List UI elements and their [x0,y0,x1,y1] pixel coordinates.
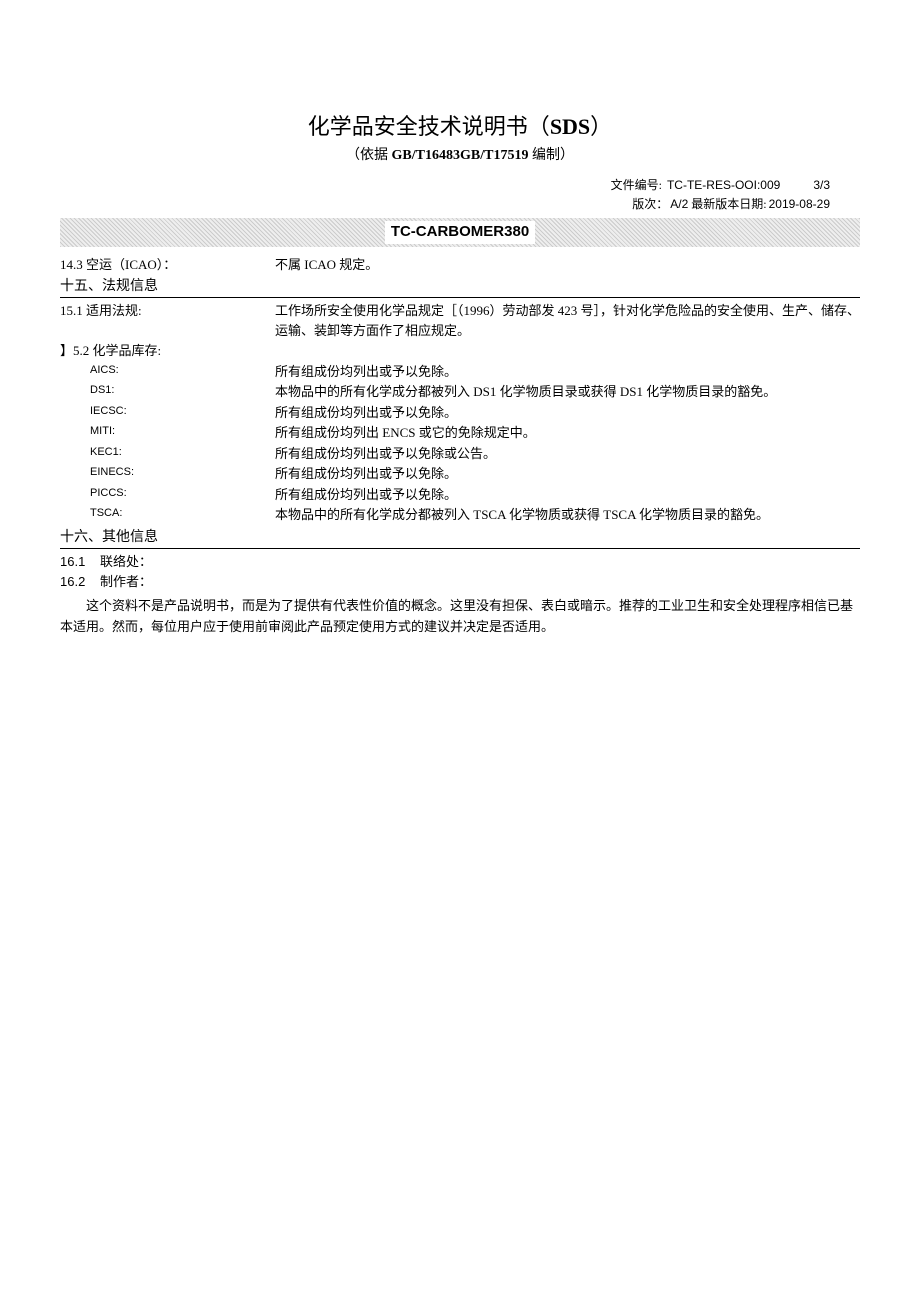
inventory-entry: IECSC: 所有组成份均列出或予以免除。 [60,403,860,423]
aics-value: 所有组成份均列出或予以免除。 [275,362,860,382]
date-value: 2019-08-29 [769,197,830,211]
contact-num: 16.1 [60,552,100,572]
title-bold: SDS [550,114,590,139]
header-meta: 文件编号: TC-TE-RES-OOI:009 3/3 版次：A/2 最新版本日… [60,176,830,214]
inventory-entry: MITI: 所有组成份均列出 ENCS 或它的免除规定中。 [60,423,860,443]
inventory-entry: TSCA: 本物品中的所有化学成分都被列入 TSCA 化学物质或获得 TSCA … [60,505,860,525]
tsca-value: 本物品中的所有化学成分都被列入 TSCA 化学物质或获得 TSCA 化学物质目录… [275,505,860,525]
piccs-value: 所有组成份均列出或予以免除。 [275,485,860,505]
document-subtitle: （依据 GB/T16483GB/T17519 编制） [60,145,860,166]
subtitle-suffix: 编制） [528,148,574,163]
tsca-label: TSCA: [60,505,275,525]
chemical-inventory-value [275,341,860,361]
section-16-2-row: 16.2 制作者： [60,572,860,592]
date-label: 最新版本日期: [691,197,766,211]
miti-label: MITI: [60,423,275,443]
author-num: 16.2 [60,572,100,592]
section-16-heading: 十六、其他信息 [60,527,860,549]
einecs-label: EINECS: [60,464,275,484]
disclaimer-text: 这个资料不是产品说明书，而是为了提供有代表性价值的概念。这里没有担保、表白或暗示… [60,596,860,638]
subtitle-prefix: （依据 [346,148,392,163]
doc-no-label: 文件编号: [611,178,662,192]
inventory-entry: KEC1: 所有组成份均列出或予以免除或公告。 [60,444,860,464]
version-value: A/2 [670,197,688,211]
author-label: 制作者： [100,572,152,592]
air-transport-label: 14.3 空运（ICAO）： [60,255,275,275]
ds1-label: DS1: [60,382,275,402]
section-15-2-row: 】5.2 化学品库存: [60,341,860,361]
section-16-1-row: 16.1 联络处： [60,552,860,572]
kec1-value: 所有组成份均列出或予以免除或公告。 [275,444,860,464]
inventory-entry: DS1: 本物品中的所有化学成分都被列入 DS1 化学物质目录或获得 DS1 化… [60,382,860,402]
chemical-inventory-label: 】5.2 化学品库存: [60,341,275,361]
air-transport-value: 不属 ICAO 规定。 [275,255,860,275]
applicable-regulations-value: 工作场所安全使用化学品规定［（1996）劳动部发 423 号］，针对化学危险品的… [275,301,860,340]
kec1-label: KEC1: [60,444,275,464]
ds1-value: 本物品中的所有化学成分都被列入 DS1 化学物质目录或获得 DS1 化学物质目录… [275,382,860,402]
inventory-entry: AICS: 所有组成份均列出或予以免除。 [60,362,860,382]
section-15-1-row: 15.1 适用法规: 工作场所安全使用化学品规定［（1996）劳动部发 423 … [60,301,860,340]
title-suffix: ） [590,114,612,139]
section-15-heading: 十五、法规信息 [60,276,860,298]
iecsc-label: IECSC: [60,403,275,423]
title-prefix: 化学品安全技术说明书（ [308,114,550,139]
version-label: 版次： [632,197,668,211]
applicable-regulations-label: 15.1 适用法规: [60,301,275,340]
iecsc-value: 所有组成份均列出或予以免除。 [275,403,860,423]
einecs-value: 所有组成份均列出或予以免除。 [275,464,860,484]
document-title: 化学品安全技术说明书（SDS） [60,110,860,143]
product-name-bar: TC-CARBOMER380 [60,218,860,247]
piccs-label: PICCS: [60,485,275,505]
inventory-entry: PICCS: 所有组成份均列出或予以免除。 [60,485,860,505]
section-14-3-row: 14.3 空运（ICAO）： 不属 ICAO 规定。 [60,255,860,275]
aics-label: AICS: [60,362,275,382]
inventory-entry: EINECS: 所有组成份均列出或予以免除。 [60,464,860,484]
page-number: 3/3 [813,178,830,192]
product-name: TC-CARBOMER380 [385,221,535,244]
doc-no-value: TC-TE-RES-OOI:009 [667,178,780,192]
subtitle-bold: GB/T16483GB/T17519 [392,148,529,163]
contact-label: 联络处： [100,552,152,572]
miti-value: 所有组成份均列出 ENCS 或它的免除规定中。 [275,423,860,443]
